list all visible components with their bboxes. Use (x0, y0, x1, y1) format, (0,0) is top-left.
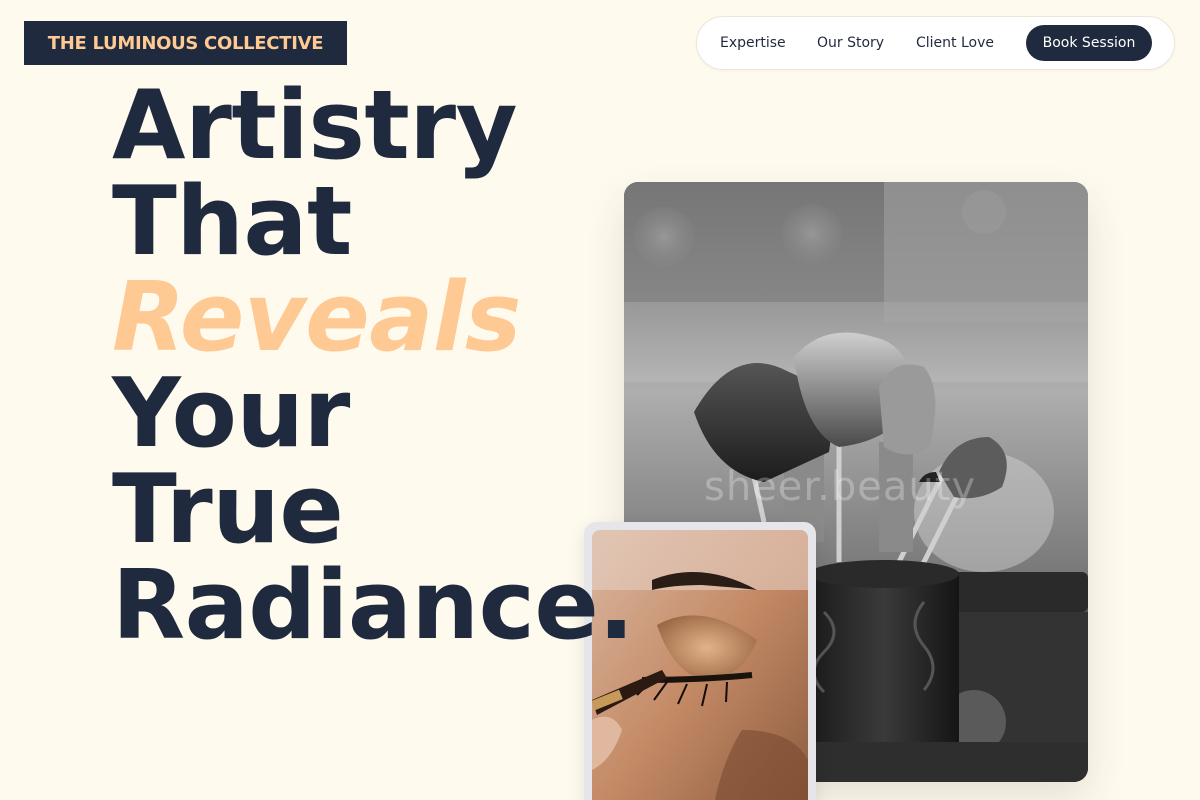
image-watermark: sheer.beauty (704, 464, 977, 510)
brand-logo[interactable]: THE LUMINOUS COLLECTIVE (24, 21, 347, 65)
headline-accent-word: Reveals (112, 263, 521, 373)
book-session-button[interactable]: Book Session (1026, 25, 1152, 61)
top-nav: Expertise Our Story Client Love Book Ses… (696, 16, 1175, 70)
nav-link-client-love[interactable]: Client Love (916, 17, 994, 69)
headline-line-5: True (112, 455, 344, 565)
hero-headline: Artistry That Reveals Your True Radiance… (112, 78, 634, 654)
headline-line-1: Artistry (112, 71, 518, 181)
headline-line-2: That (112, 167, 352, 277)
nav-link-our-story[interactable]: Our Story (817, 17, 884, 69)
headline-line-4: Your (112, 359, 350, 469)
nav-link-expertise[interactable]: Expertise (720, 17, 786, 69)
brand-name: THE LUMINOUS COLLECTIVE (47, 32, 324, 54)
headline-line-6: Radiance. (112, 551, 634, 661)
landing-page: THE LUMINOUS COLLECTIVE Expertise Our St… (0, 0, 1200, 800)
